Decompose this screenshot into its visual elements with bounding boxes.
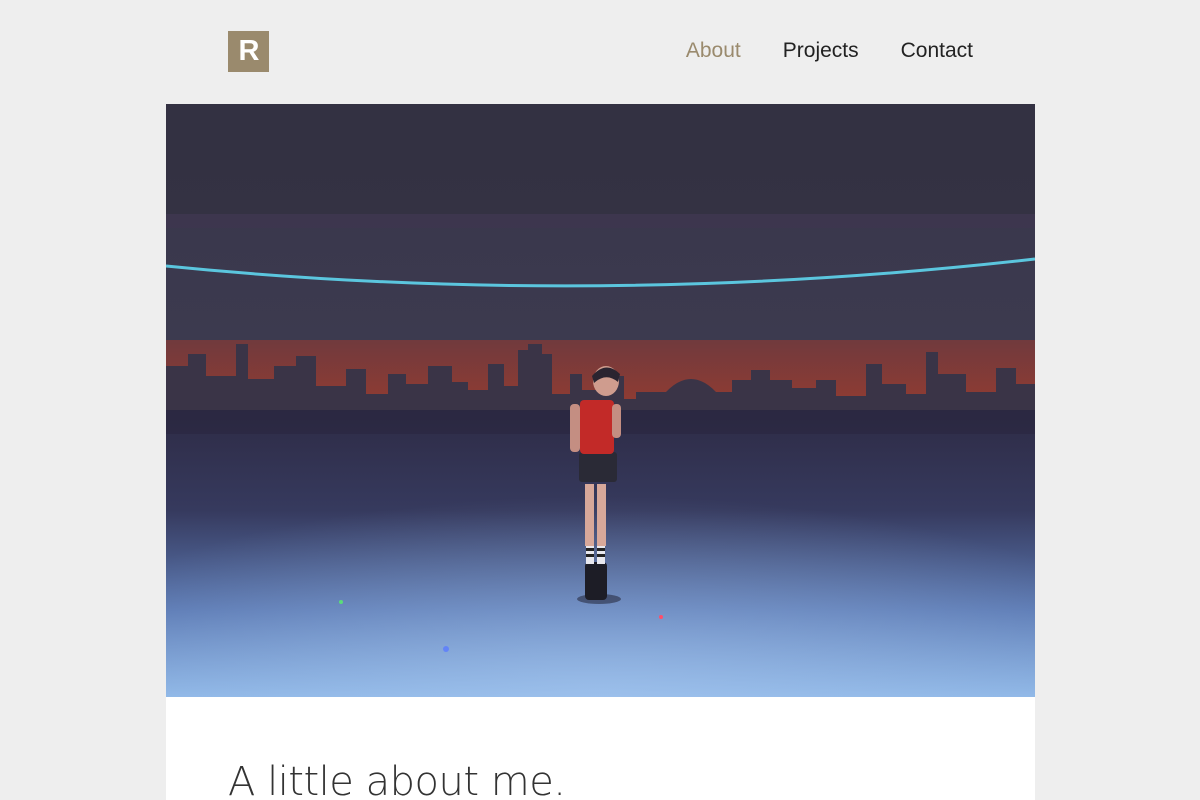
nav-contact-link[interactable]: Contact bbox=[901, 39, 973, 63]
about-section: A little about me. bbox=[166, 697, 1035, 800]
logo[interactable]: R bbox=[228, 31, 269, 72]
page-heading: A little about me. bbox=[228, 759, 566, 800]
hero-image bbox=[166, 104, 1035, 697]
site-header: R About Projects Contact bbox=[228, 31, 973, 73]
hero-photo bbox=[166, 104, 1035, 697]
page: R About Projects Contact A little about … bbox=[0, 0, 1200, 800]
main-nav: About Projects Contact bbox=[686, 39, 973, 63]
nav-projects-link[interactable]: Projects bbox=[783, 39, 859, 63]
nav-about-link[interactable]: About bbox=[686, 39, 741, 63]
